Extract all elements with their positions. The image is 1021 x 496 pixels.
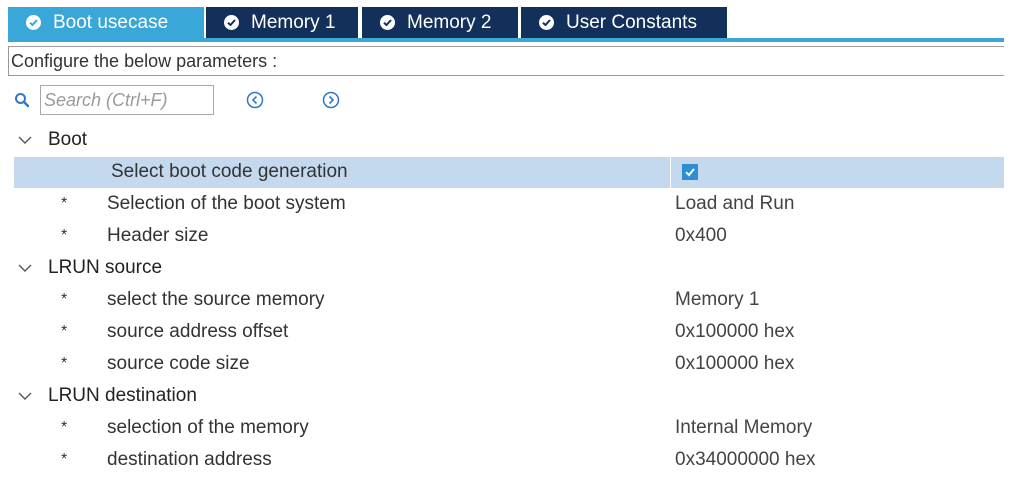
param-value[interactable]: Internal Memory	[675, 417, 812, 439]
param-value[interactable]: 0x400	[675, 225, 727, 247]
check-circle-icon	[26, 15, 41, 30]
param-value[interactable]: 0x100000 hex	[675, 321, 794, 343]
param-row-selection-of-boot-system[interactable]: * Selection of the boot system Load and …	[14, 189, 1004, 220]
param-row-selection-of-memory[interactable]: * selection of the memory Internal Memor…	[14, 413, 1004, 444]
param-value[interactable]: Memory 1	[675, 289, 759, 311]
search-input[interactable]	[40, 85, 214, 115]
param-label: destination address	[107, 449, 272, 470]
required-marker: *	[61, 355, 68, 372]
param-row-destination-address[interactable]: * destination address 0x34000000 hex	[14, 445, 1004, 476]
check-circle-icon	[224, 15, 239, 30]
chevron-down-icon	[18, 129, 34, 151]
tab-memory-2[interactable]: Memory 2	[360, 7, 518, 38]
param-row-select-boot-code-generation[interactable]: Select boot code generation	[14, 157, 1004, 188]
check-circle-icon	[539, 15, 554, 30]
required-marker: *	[61, 291, 68, 308]
group-title: Boot	[48, 129, 88, 150]
param-label: source address offset	[107, 321, 289, 342]
group-lrun-destination-header[interactable]: LRUN destination	[14, 382, 197, 410]
group-title: LRUN source	[48, 257, 163, 278]
param-label: Select boot code generation	[111, 161, 348, 182]
check-circle-icon	[380, 15, 395, 30]
group-boot-header[interactable]: Boot	[14, 126, 87, 154]
required-marker: *	[61, 227, 68, 244]
param-row-source-code-size[interactable]: * source code size 0x100000 hex	[14, 349, 1004, 380]
required-marker: *	[61, 451, 68, 468]
param-value[interactable]: 0x34000000 hex	[675, 449, 816, 471]
group-title: LRUN destination	[48, 385, 197, 406]
tab-label: User Constants	[566, 11, 697, 33]
column-divider	[670, 157, 671, 188]
tab-boot-usecase[interactable]: Boot usecase	[8, 7, 204, 38]
search-icon	[14, 92, 30, 113]
next-result-button[interactable]	[322, 91, 340, 109]
required-marker: *	[61, 195, 68, 212]
checkmark-icon	[685, 168, 695, 177]
chevron-down-icon	[18, 257, 34, 279]
required-marker: *	[61, 323, 68, 340]
previous-result-button[interactable]	[246, 91, 264, 109]
group-lrun-source-header[interactable]: LRUN source	[14, 254, 162, 282]
tab-label: Boot usecase	[53, 11, 169, 33]
param-row-source-address-offset[interactable]: * source address offset 0x100000 hex	[14, 317, 1004, 348]
param-row-source-memory[interactable]: * select the source memory Memory 1	[14, 285, 1004, 316]
chevron-down-icon	[18, 385, 34, 407]
tab-bar-underline	[8, 38, 1004, 42]
tab-user-constants[interactable]: User Constants	[519, 7, 727, 38]
param-value[interactable]: 0x100000 hex	[675, 353, 794, 375]
param-label: select the source memory	[107, 289, 325, 310]
required-marker: *	[61, 419, 68, 436]
tab-label: Memory 2	[407, 11, 492, 33]
param-value[interactable]: Load and Run	[675, 193, 794, 215]
tab-label: Memory 1	[251, 11, 336, 33]
param-row-header-size[interactable]: * Header size 0x400	[14, 221, 1004, 252]
tab-memory-1[interactable]: Memory 1	[204, 7, 358, 38]
param-label: selection of the memory	[107, 417, 309, 438]
param-label: source code size	[107, 353, 250, 374]
boot-code-generation-checkbox[interactable]	[682, 164, 698, 180]
configure-parameters-label: Configure the below parameters :	[8, 46, 1004, 76]
param-label: Selection of the boot system	[107, 193, 346, 214]
param-label: Header size	[107, 225, 209, 246]
